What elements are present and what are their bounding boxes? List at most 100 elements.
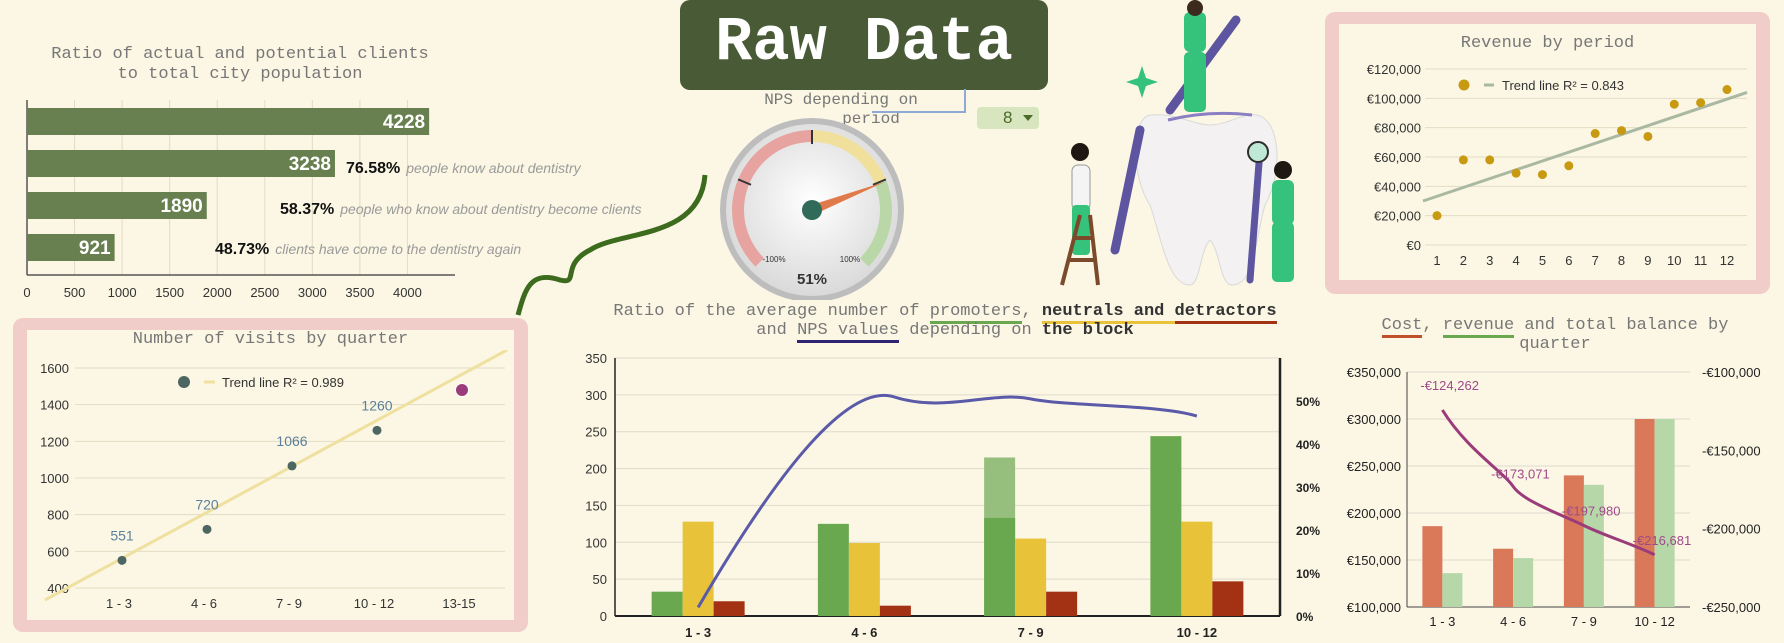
revenue-point: [1458, 155, 1468, 165]
revenue-ytick-label: €20,000: [1374, 209, 1421, 224]
page-title: Raw Data: [680, 0, 1048, 90]
revenue-ytick-label: €60,000: [1374, 150, 1421, 165]
visits-legend-text: Trend line R² = 0.989: [222, 375, 344, 390]
funnel-xtick-label: 3500: [345, 285, 374, 300]
visits-xtick-label: 13-15: [442, 596, 475, 611]
dentist-2-head: [1071, 143, 1089, 161]
revenue-point: [1485, 155, 1495, 165]
dentist-illustration: [1060, 0, 1294, 286]
revenue-xtick-label: 11: [1694, 253, 1708, 268]
balance-xtick-label: 4 - 6: [1500, 614, 1526, 629]
revenue-chart: €0 €20,000 €40,000 €60,000 €80,000 €100,000 €1…: [1367, 62, 1748, 268]
balance-xtick-label: 1 - 3: [1429, 614, 1455, 629]
detractors-bar: [713, 601, 745, 616]
balance-ytick-label: €200,000: [1347, 506, 1401, 521]
balance-line: [1441, 409, 1656, 557]
revenue-point: [1617, 126, 1627, 136]
revenue-bar: [1513, 558, 1534, 607]
promoters-y2tick-label: 20%: [1296, 524, 1320, 538]
promoters-title-detractors: detractors: [1174, 302, 1277, 324]
visits-data-label: 551: [110, 527, 134, 543]
promoters-title-nps: NPS values: [797, 321, 900, 343]
promoters-chart: 0 50 100 150 200 250 300 350 0% 10% 20% 30% 40% 50% 1 …: [585, 351, 1320, 640]
neutrals-bar: [682, 521, 714, 616]
promoters-title: Ratio of the average number of promoters…: [570, 302, 1320, 343]
funnel-bar-label: 4228: [383, 112, 425, 133]
revenue-point: [1537, 170, 1547, 180]
dentist-1-head: [1187, 0, 1203, 16]
neutrals-bar: [1181, 521, 1213, 616]
revenue-xtick-label: 2: [1460, 253, 1467, 268]
revenue-ytick-label: €40,000: [1374, 179, 1421, 194]
revenue-legend-marker: [1458, 79, 1470, 91]
promoters-ytick-label: 100: [585, 535, 607, 550]
revenue-point: [1511, 168, 1521, 178]
dentist-3-legs: [1272, 222, 1294, 282]
visits-data-label: 1066: [276, 433, 307, 449]
balance-line-label: -€197,980: [1562, 504, 1621, 519]
visits-ytick-label: 800: [47, 508, 69, 523]
promoters-title-w7: depending on: [899, 321, 1042, 340]
balance-title-cost: Cost: [1381, 316, 1423, 338]
promoters-y2tick-label: 10%: [1296, 567, 1320, 581]
promoters-ytick-label: 250: [585, 425, 607, 440]
revenue-xtick-label: 4: [1512, 253, 1519, 268]
funnel-xtick-label: 500: [64, 285, 86, 300]
cost-bar: [1563, 475, 1584, 607]
balance-y2tick-label: -€150,000: [1702, 443, 1761, 458]
balance-title-w3: and total balance by: [1514, 316, 1729, 335]
revenue-xtick-label: 8: [1618, 253, 1625, 268]
funnel-xtick-label: 1000: [108, 285, 137, 300]
revenue-trend-line: [1422, 91, 1748, 203]
funnel-xtick-label: 2000: [203, 285, 232, 300]
promoters-ytick-label: 350: [585, 351, 607, 366]
dentist-3-body: [1272, 180, 1294, 225]
balance-xtick-label: 7 - 9: [1571, 614, 1597, 629]
funnel-xtick-label: 1500: [155, 285, 184, 300]
revenue-title: Revenue by period: [1460, 34, 1635, 53]
promoters-xtick-label: 7 - 9: [1018, 625, 1044, 640]
visits-chart: 40060080010001200140016001 - 34 - 67 - 9…: [40, 350, 508, 611]
gauge-max-label: 100%: [840, 255, 860, 264]
funnel-annotation-3-text: clients have come to the dentistry again: [275, 241, 522, 257]
toothbrush-small: [1110, 125, 1145, 255]
revenue-ytick-label: €80,000: [1374, 121, 1421, 136]
revenue-legend-text: Trend line R² = 0.843: [1502, 78, 1624, 93]
revenue-xtick-label: 5: [1539, 253, 1546, 268]
revenue-xtick-label: 3: [1486, 253, 1493, 268]
promoters-ytick-label: 200: [585, 462, 607, 477]
visits-point: [287, 461, 297, 471]
balance-y2tick-label: -€250,000: [1702, 600, 1761, 615]
revenue-point: [1643, 131, 1653, 141]
revenue-bar: [1654, 419, 1675, 607]
nps-value-label: 51%: [796, 271, 828, 288]
promoters-xtick-label: 1 - 3: [685, 625, 711, 640]
revenue-point: [1432, 211, 1442, 221]
dentist-2-body: [1071, 164, 1091, 211]
visits-xtick-label: 7 - 9: [276, 596, 302, 611]
promoters-title-block: the block: [1041, 321, 1134, 340]
visits-xtick-label: 1 - 3: [106, 596, 132, 611]
period-select[interactable]: 8: [977, 107, 1039, 129]
balance-ytick-label: €300,000: [1347, 412, 1401, 427]
promoters-ytick-label: 150: [585, 498, 607, 513]
balance-y2tick-label: -€200,000: [1702, 522, 1761, 537]
visits-point: [117, 555, 127, 565]
promoters-ytick-label: 50: [593, 572, 607, 587]
neutrals-bar: [1015, 538, 1047, 616]
dentist-3-head: [1274, 161, 1292, 179]
balance-title-w1: ,: [1422, 316, 1443, 335]
balance-line-label: -€124,262: [1420, 378, 1479, 393]
visits-ytick-label: 1400: [40, 398, 69, 413]
neutrals-bar: [848, 543, 880, 616]
funnel-title-line1: Ratio of actual and potential clients: [51, 45, 429, 64]
visits-data-label: 1260: [361, 397, 392, 413]
revenue-point: [1669, 99, 1679, 109]
promoters-bar: [651, 591, 683, 616]
balance-ytick-label: €150,000: [1347, 553, 1401, 568]
sparkle-icon: [1126, 66, 1158, 98]
balance-title-line1: Cost, revenue and total balance by: [1335, 316, 1775, 338]
funnel-xtick-label: 3000: [298, 285, 327, 300]
visits-xtick-label: 4 - 6: [191, 596, 217, 611]
funnel-xtick-label: 2500: [250, 285, 279, 300]
